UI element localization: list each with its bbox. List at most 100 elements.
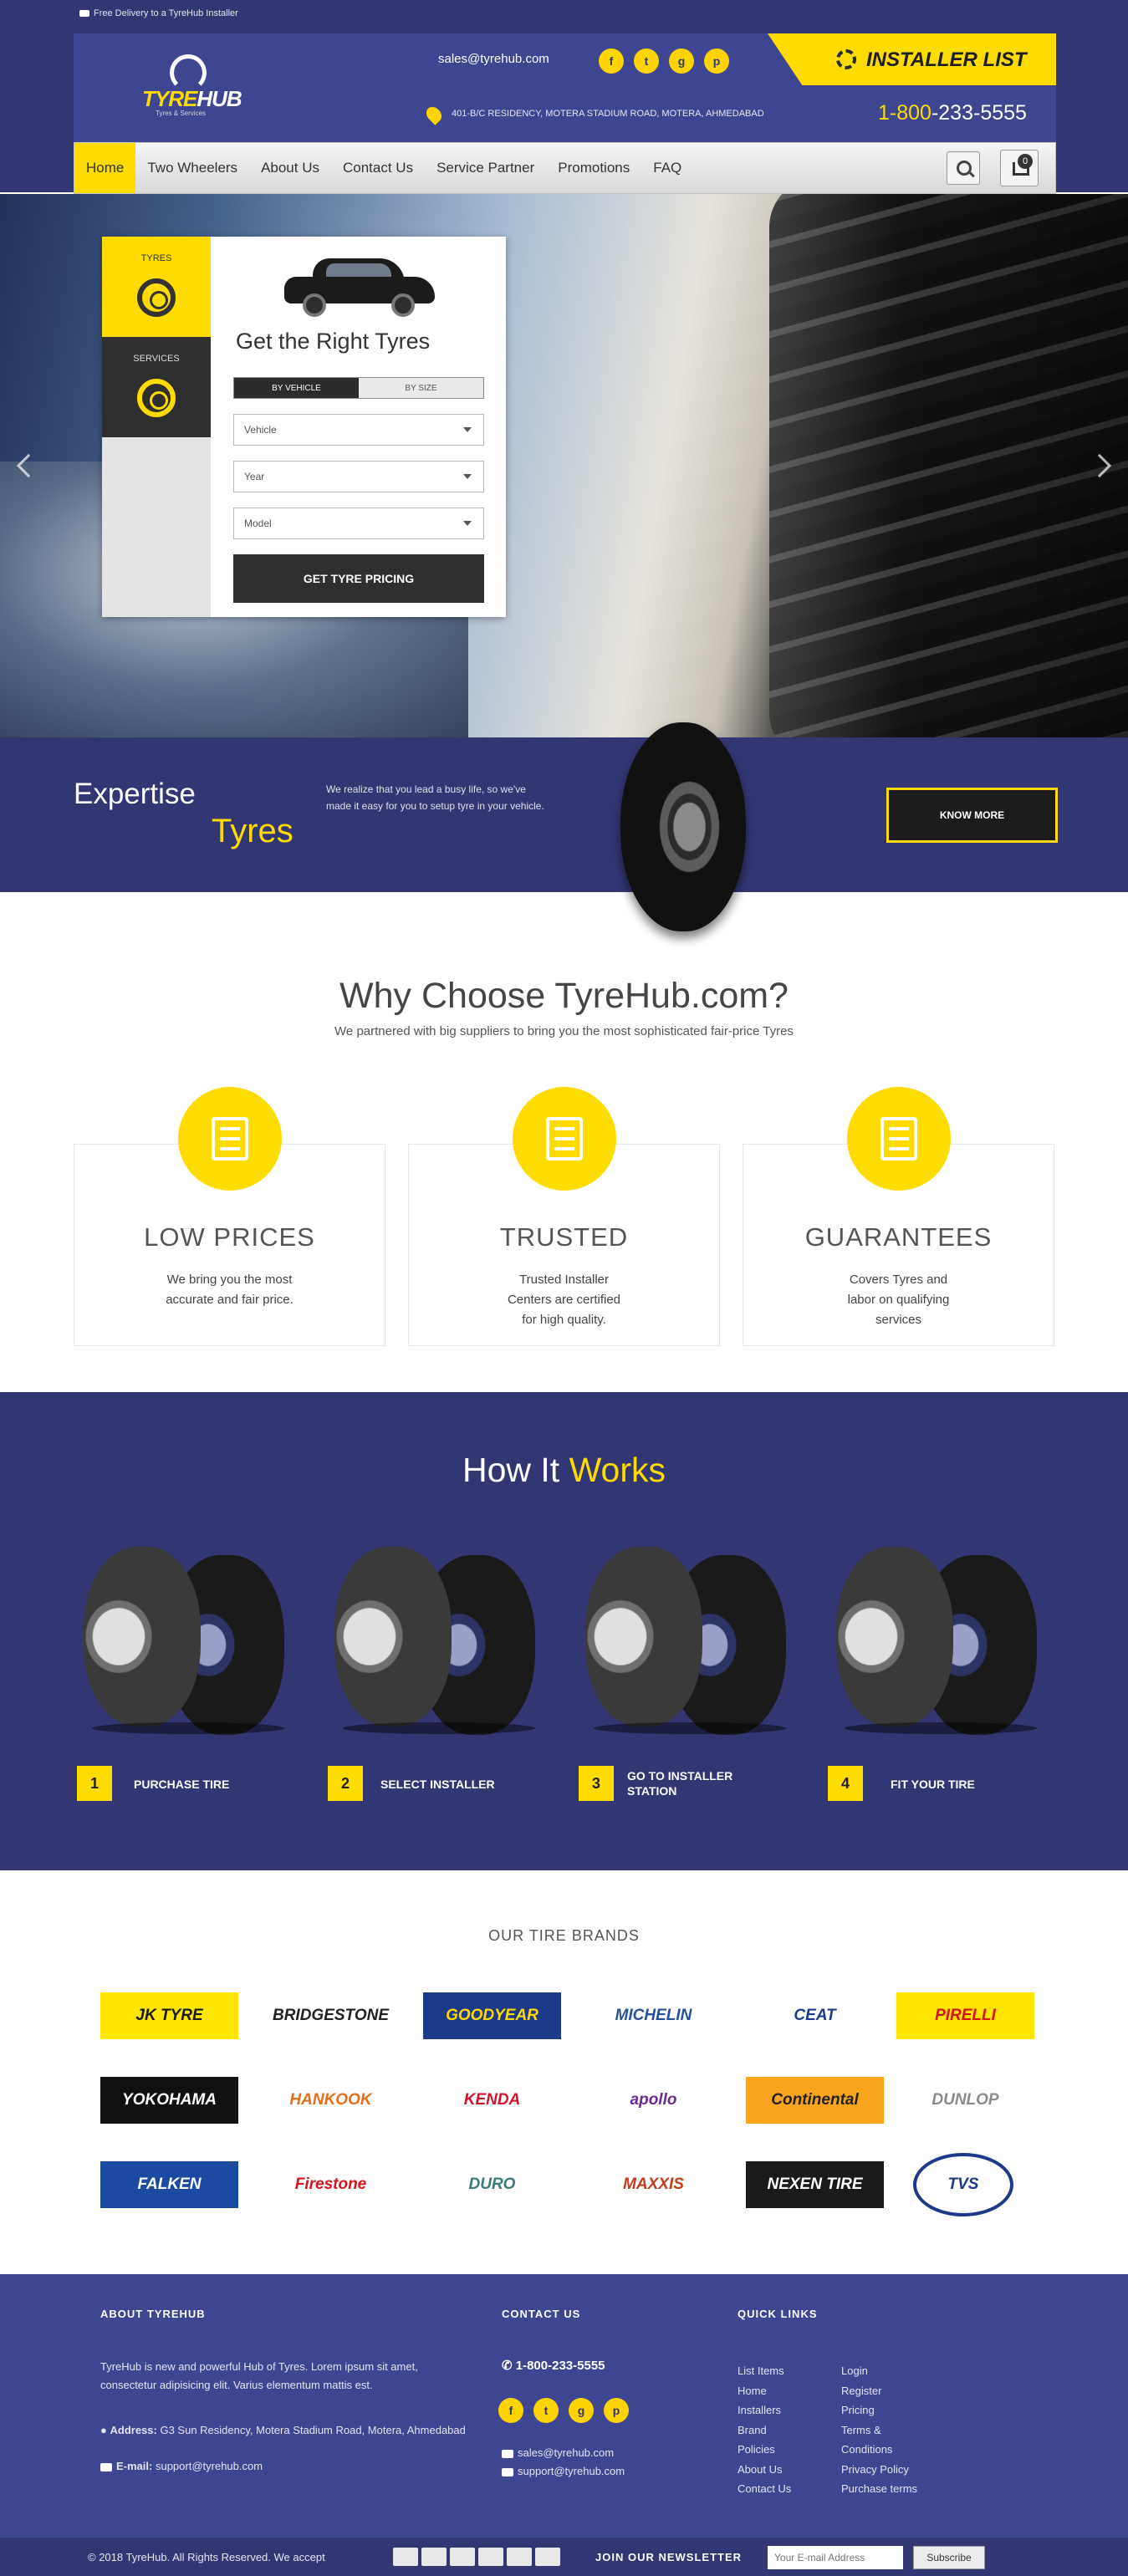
brand-logo-firestone[interactable]: Firestone <box>262 2161 400 2208</box>
footer-link[interactable]: About Us <box>738 2460 791 2480</box>
brand-logo-jk-tyre[interactable]: JK TYRE <box>100 1992 238 2039</box>
google-plus-icon[interactable]: g <box>669 48 694 74</box>
nav-item-contact-us[interactable]: Contact Us <box>331 143 425 193</box>
footer-link[interactable]: Privacy Policy <box>841 2460 917 2480</box>
step-label: GO TO INSTALLER STATION <box>627 1769 733 1798</box>
pinterest-icon[interactable]: p <box>604 2398 629 2423</box>
footer-link[interactable]: Contact Us <box>738 2479 791 2499</box>
pinterest-icon[interactable]: p <box>704 48 729 74</box>
footer-phone[interactable]: ✆ 1-800-233-5555 <box>502 2358 605 2373</box>
mastercard-icon <box>421 2548 447 2566</box>
envelope-icon <box>502 2449 513 2458</box>
gear-icon <box>836 49 856 69</box>
logo[interactable]: TYREHUB Tyres & Services <box>124 54 249 117</box>
facebook-icon[interactable]: f <box>498 2398 523 2423</box>
search-icon[interactable] <box>947 151 980 185</box>
header-email-link[interactable]: sales@tyrehub.com <box>438 52 549 66</box>
footer-link[interactable]: Login <box>841 2361 917 2381</box>
brand-logo-michelin[interactable]: MICHELIN <box>584 1992 722 2039</box>
footer-link[interactable]: Purchase terms <box>841 2479 917 2499</box>
footer-sales-email[interactable]: sales@tyrehub.com <box>502 2446 614 2459</box>
truck-icon <box>79 10 89 18</box>
nav-item-faq[interactable]: FAQ <box>641 143 693 193</box>
mode-by-vehicle[interactable]: BY VEHICLE <box>234 378 359 398</box>
footer-link[interactable]: List Items <box>738 2361 791 2381</box>
tyre-finder-widget: TYRES SERVICES Get the Right Tyres BY VE… <box>102 237 506 617</box>
how-it-works-title: How It Works <box>462 1451 666 1489</box>
step-number-badge: 2 <box>328 1766 363 1801</box>
newsletter-subscribe-button[interactable]: Subscribe <box>913 2546 985 2569</box>
logo-tagline: Tyres & Services <box>156 110 207 117</box>
brand-logo-tvs[interactable]: TVS <box>913 2153 1013 2216</box>
footer-link[interactable]: Conditions <box>841 2440 917 2460</box>
brand-logo-maxxis[interactable]: MAXXIS <box>584 2161 722 2208</box>
main-navbar: Home Two Wheelers About Us Contact Us Se… <box>74 142 1056 194</box>
footer-email[interactable]: E-mail: support@tyrehub.com <box>100 2460 263 2472</box>
footer-link[interactable]: Register <box>841 2381 917 2401</box>
header-address: 401-B/C RESIDENCY, MOTERA STADIUM ROAD, … <box>452 109 764 119</box>
brand-logo-pirelli[interactable]: PIRELLI <box>896 1992 1034 2039</box>
facebook-icon[interactable]: f <box>599 48 624 74</box>
footer-link[interactable]: Brand <box>738 2420 791 2441</box>
brand-logo-goodyear[interactable]: GOODYEAR <box>423 1992 561 2039</box>
footer-link[interactable]: Home <box>738 2381 791 2401</box>
model-select[interactable]: Model <box>233 508 484 539</box>
brand-logo-bridgestone[interactable]: BRIDGESTONE <box>262 1992 400 2039</box>
newsletter-email-input[interactable] <box>768 2546 903 2569</box>
footer-address: ● Address: G3 Sun Residency, Motera Stad… <box>100 2424 466 2436</box>
tire-pair-image <box>836 1547 1037 1735</box>
year-select[interactable]: Year <box>233 461 484 492</box>
footer-link[interactable]: Terms & <box>841 2420 917 2441</box>
footer-link[interactable]: Pricing <box>841 2400 917 2420</box>
paypal-icon <box>507 2548 532 2566</box>
nav-item-two-wheelers[interactable]: Two Wheelers <box>135 143 249 193</box>
tab-services-label: SERVICES <box>133 354 180 364</box>
copyright-text: © 2018 TyreHub. All Rights Reserved. We … <box>88 2551 325 2563</box>
installer-list-label: INSTALLER LIST <box>866 48 1027 71</box>
nav-item-service-partner[interactable]: Service Partner <box>425 143 546 193</box>
feature-title-low-prices: LOW PRICES <box>144 1222 315 1252</box>
logo-text: TYREHUB <box>142 86 242 111</box>
discover-icon <box>478 2548 503 2566</box>
feature-title-trusted: TRUSTED <box>499 1222 629 1252</box>
tire-pair-image <box>585 1547 786 1735</box>
expertise-heading: Expertise <box>74 778 196 810</box>
vehicle-select[interactable]: Vehicle <box>233 414 484 446</box>
brand-logo-falken[interactable]: FALKEN <box>100 2161 238 2208</box>
nav-item-home[interactable]: Home <box>74 143 136 193</box>
nav-item-about-us[interactable]: About Us <box>249 143 331 193</box>
know-more-button[interactable]: KNOW MORE <box>886 788 1058 843</box>
car-icon <box>284 255 435 317</box>
brand-logo-dunlop[interactable]: DUNLOP <box>896 2077 1034 2124</box>
nav-item-promotions[interactable]: Promotions <box>546 143 641 193</box>
tab-services[interactable]: SERVICES <box>102 337 211 437</box>
finder-tabs: TYRES SERVICES <box>102 237 211 617</box>
footer-about-title: ABOUT TYREHUB <box>100 2308 206 2320</box>
brand-logo-hankook[interactable]: HANKOOK <box>262 2077 400 2124</box>
footer-link[interactable]: Policies <box>738 2440 791 2460</box>
brand-logo-continental[interactable]: Continental <box>746 2077 884 2124</box>
brand-logo-duro[interactable]: DURO <box>423 2161 561 2208</box>
brand-logo-apollo[interactable]: apollo <box>584 2077 722 2124</box>
footer-link[interactable]: Installers <box>738 2400 791 2420</box>
tab-tyres[interactable]: TYRES <box>102 237 211 337</box>
twitter-icon[interactable]: t <box>634 48 659 74</box>
calculator-icon <box>178 1087 282 1191</box>
get-tyre-pricing-button[interactable]: GET TYRE PRICING <box>233 554 484 603</box>
brand-logo-yokohama[interactable]: YOKOHAMA <box>100 2077 238 2124</box>
footer-support-email[interactable]: support@tyrehub.com <box>502 2465 625 2477</box>
brand-logo-kenda[interactable]: KENDA <box>423 2077 561 2124</box>
mode-by-size[interactable]: BY SIZE <box>359 378 483 398</box>
cart-count-badge: 0 <box>1018 154 1033 169</box>
google-plus-icon[interactable]: g <box>569 2398 594 2423</box>
twitter-icon[interactable]: t <box>533 2398 559 2423</box>
step-number-badge: 3 <box>579 1766 614 1801</box>
brand-logo-ceat[interactable]: CEAT <box>746 1992 884 2039</box>
header-phone[interactable]: 1-800-233-5555 <box>878 101 1027 125</box>
cart-button[interactable]: 0 <box>1000 150 1039 186</box>
footer-bottom-bar: © 2018 TyreHub. All Rights Reserved. We … <box>0 2538 1128 2576</box>
home-icon: ● <box>100 2424 107 2436</box>
installer-list-button[interactable]: INSTALLER LIST <box>768 33 1056 85</box>
expertise-band: Expertise Tyres We realize that you lead… <box>0 722 1128 931</box>
brand-logo-nexen-tire[interactable]: NEXEN TIRE <box>746 2161 884 2208</box>
